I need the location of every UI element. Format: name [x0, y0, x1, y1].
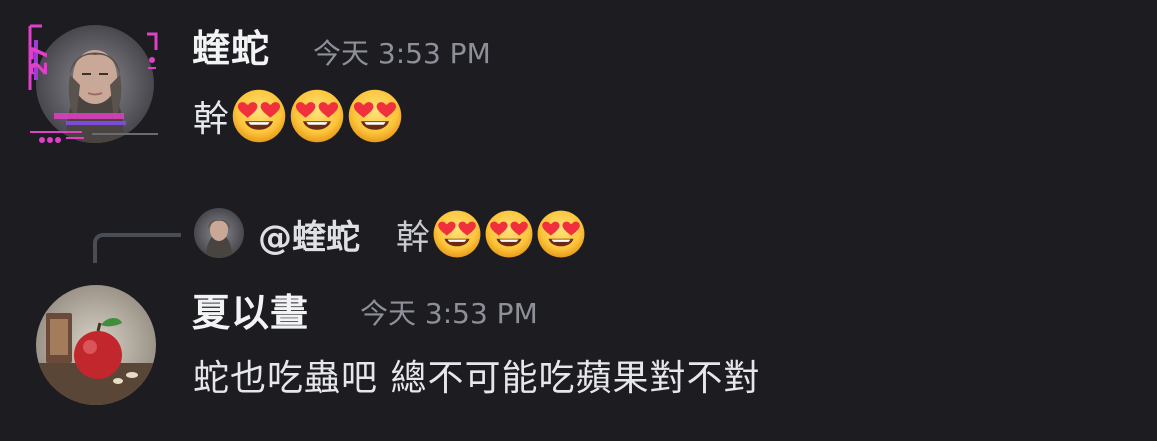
- reply-preview[interactable]: 幹: [396, 206, 586, 262]
- heart-eyes-emoji-icon: [432, 209, 482, 259]
- message-author[interactable]: 蝰蛇: [192, 18, 270, 73]
- message-content: 蛇也吃蟲吧 總不可能吃蘋果對不對: [193, 345, 760, 405]
- heart-eyes-emoji-icon: [231, 88, 287, 144]
- message-author[interactable]: 夏以晝: [192, 282, 309, 337]
- message-text: 蛇也吃蟲吧 總不可能吃蘋果對不對: [193, 358, 761, 399]
- avatar[interactable]: [36, 25, 154, 143]
- heart-eyes-emoji-icon: [536, 209, 586, 259]
- avatar[interactable]: [36, 285, 156, 405]
- message-text: 幹: [193, 99, 230, 140]
- reply-mention[interactable]: @蝰蛇: [258, 210, 360, 259]
- heart-eyes-emoji-icon: [289, 88, 345, 144]
- reply-text: 幹: [396, 217, 430, 258]
- message-timestamp: 今天 3:53 PM: [313, 37, 491, 70]
- reply-connector: [93, 233, 181, 263]
- heart-eyes-emoji-icon: [347, 88, 403, 144]
- message-timestamp: 今天 3:53 PM: [360, 297, 538, 330]
- message-content: 幹: [193, 86, 403, 146]
- chat-view: 27 蝰蛇 今天 3:53 PM 幹 @蝰蛇 幹 夏以晝 今天 3:53 PM …: [0, 0, 1157, 441]
- heart-eyes-emoji-icon: [484, 209, 534, 259]
- reply-avatar[interactable]: [194, 208, 244, 258]
